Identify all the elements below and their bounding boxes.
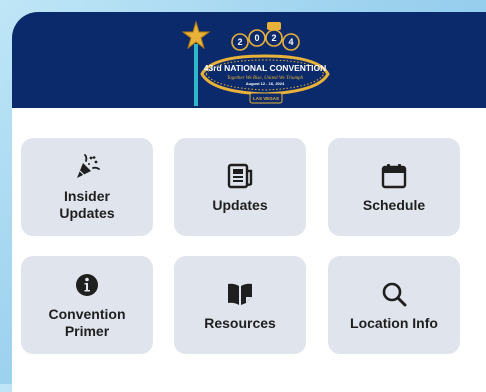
search-icon [379,279,409,309]
party-popper-icon [72,152,102,182]
resources-label: Resources [204,314,276,331]
logo-dates: August 12 - 16, 2024 [246,81,285,86]
location-info-label: Location Info [350,314,438,331]
schedule-label: Schedule [362,196,426,213]
info-icon [72,270,102,300]
insider-updates-button[interactable]: Insider Updates [21,138,153,236]
book-icon [225,279,255,309]
logo-digit: 0 [254,33,259,43]
header-banner: 2 0 2 4 43rd NATIONAL CONVENTION Togethe… [12,12,486,108]
updates-button[interactable]: Updates [174,138,306,236]
convention-primer-label: Convention Primer [48,306,126,339]
logo-city: LAS VEGAS [253,96,279,101]
convention-primer-button[interactable]: Convention Primer [21,256,153,354]
newspaper-icon [225,161,255,191]
schedule-button[interactable]: Schedule [328,138,460,236]
resources-button[interactable]: Resources [174,256,306,354]
insider-updates-label: Insider Updates [59,188,115,221]
logo-digit: 4 [288,37,293,47]
location-info-button[interactable]: Location Info [328,256,460,354]
logo-digit: 2 [271,33,276,43]
convention-logo: 2 0 2 4 43rd NATIONAL CONVENTION Togethe… [181,20,330,106]
updates-label: Updates [212,196,268,213]
logo-title: 43rd NATIONAL CONVENTION [204,63,326,73]
logo-digit: 2 [237,37,242,47]
calendar-icon [379,161,409,191]
